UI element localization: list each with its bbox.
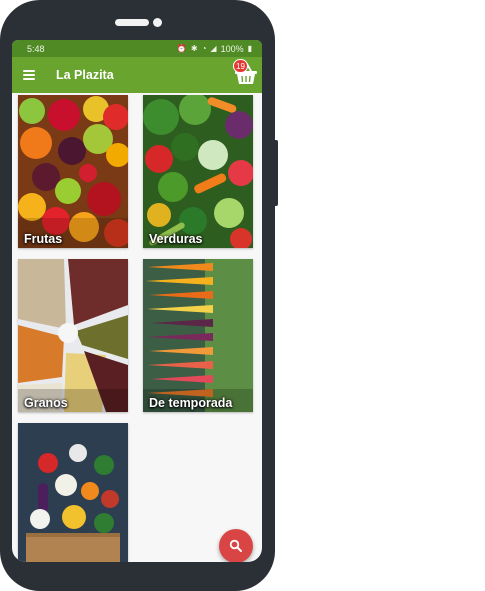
category-tile-frutas[interactable]: Frutas [18,95,128,248]
category-tile-canasta[interactable] [18,423,128,562]
battery-level: 100% [220,43,244,54]
bluetooth-icon: ✱ [190,44,198,53]
category-grid: Frutas Verduras Granos De temporada [12,93,262,562]
alarm-icon: ⏰ [176,44,187,53]
vegetable-bag-image [18,423,128,562]
phone-side-button [274,140,278,206]
cart-button[interactable]: 19 [233,59,259,87]
grains-image [18,259,128,412]
category-tile-de-temporada[interactable]: De temporada [143,259,253,412]
phone-speaker [115,19,149,26]
search-fab[interactable] [219,529,253,562]
vegetables-image [143,95,253,248]
category-tile-granos[interactable]: Granos [18,259,128,412]
search-icon [229,539,242,552]
category-label: De temporada [149,396,233,410]
hamburger-menu-icon[interactable] [23,70,35,80]
status-time: 5:48 [27,43,45,54]
cart-count-badge: 19 [233,59,248,73]
category-label: Frutas [24,232,63,246]
seasonal-carrots-image [143,259,253,412]
category-label: Granos [24,396,68,410]
signal-icon: ◢ [210,44,217,53]
status-bar: 5:48 ⏰ ✱ ◔ ◢ 100% ▮ [12,40,262,57]
phone-camera [153,18,162,27]
category-label: Verduras [149,232,203,246]
app-screen: 5:48 ⏰ ✱ ◔ ◢ 100% ▮ La Plazita 19 Frutas… [12,40,262,562]
wifi-icon: ◔ [201,44,207,53]
battery-icon: ▮ [247,44,252,53]
phone-frame: 5:48 ⏰ ✱ ◔ ◢ 100% ▮ La Plazita 19 Frutas… [0,0,275,591]
category-tile-verduras[interactable]: Verduras [143,95,253,248]
app-bar: La Plazita 19 [12,57,262,93]
fruits-image [18,95,128,248]
app-title: La Plazita [56,68,114,82]
